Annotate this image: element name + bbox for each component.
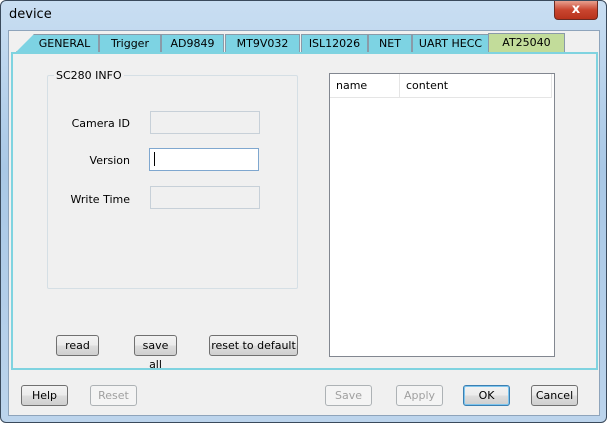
tab-net[interactable]: NET (368, 34, 412, 52)
save-button[interactable]: Save (325, 385, 372, 406)
write-time-label: Write Time (70, 193, 130, 206)
apply-button[interactable]: Apply (396, 385, 443, 406)
write-time-field[interactable] (150, 186, 260, 209)
info-list[interactable]: name content (329, 73, 555, 357)
text-caret (154, 152, 155, 166)
read-button[interactable]: read (56, 335, 99, 356)
dialog-client: GENERAL Trigger AD9849 MT9V032 ISL12026 … (8, 30, 600, 416)
tab-trigger[interactable]: Trigger (99, 34, 161, 52)
tab-mt9v032[interactable]: MT9V032 (225, 34, 300, 52)
window-title: device (9, 7, 52, 22)
tab-page: SC280 INFO Camera ID Version Write Time … (11, 52, 598, 371)
cancel-button[interactable]: Cancel (531, 385, 578, 406)
version-label: Version (89, 154, 130, 167)
dialog-window: device x GENERAL Trigger AD9849 MT9V032 … (0, 0, 607, 423)
reset-to-default-button[interactable]: reset to default (209, 335, 298, 356)
column-header-content[interactable]: content (400, 74, 552, 98)
save-all-button[interactable]: save all (134, 335, 177, 371)
group-title: SC280 INFO (54, 69, 124, 82)
camera-id-field[interactable] (150, 111, 260, 134)
ok-button[interactable]: OK (463, 385, 510, 406)
tab-ad9849[interactable]: AD9849 (161, 34, 224, 52)
column-header-name[interactable]: name (330, 74, 400, 98)
tab-general[interactable]: GENERAL (16, 34, 99, 52)
sc280-info-group: SC280 INFO Camera ID Version Write Time (47, 69, 298, 289)
tab-at25040[interactable]: AT25040 (488, 33, 565, 52)
camera-id-label: Camera ID (71, 117, 130, 130)
reset-button[interactable]: Reset (90, 385, 137, 406)
tab-uart-hecc[interactable]: UART HECC (412, 34, 489, 52)
help-button[interactable]: Help (21, 385, 68, 406)
tab-isl12026[interactable]: ISL12026 (301, 34, 368, 52)
version-field[interactable] (149, 148, 259, 171)
close-button[interactable]: x (554, 1, 598, 20)
